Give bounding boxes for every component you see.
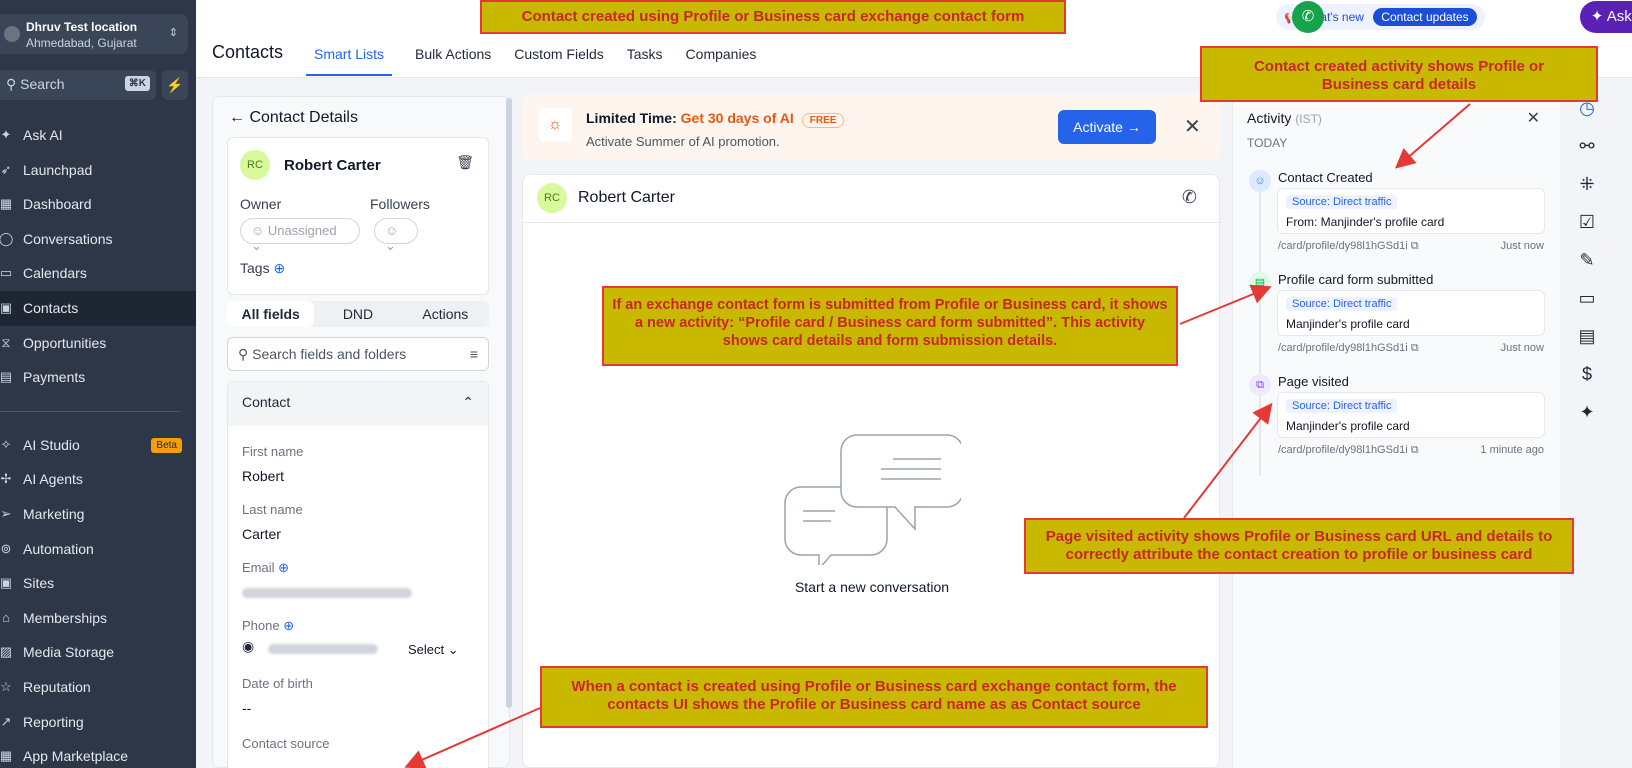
arrow-to-page-visited xyxy=(1183,402,1273,519)
arrow-to-contact-source xyxy=(404,707,541,768)
arrow-to-form-submitted xyxy=(1179,284,1272,325)
arrow-to-contact-created xyxy=(1394,103,1471,169)
app-root: Dhruv Test location Ahmedabad, Gujarat ⇕… xyxy=(0,0,1632,768)
annotation-arrows xyxy=(404,103,1471,768)
